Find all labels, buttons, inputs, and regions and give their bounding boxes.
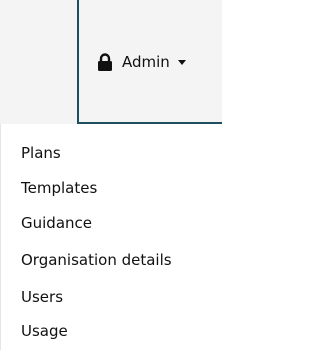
menu-item-users[interactable]: Users (21, 287, 63, 307)
menu-item-organisation-details[interactable]: Organisation details (21, 250, 172, 270)
menu-item-templates[interactable]: Templates (21, 178, 97, 198)
admin-label: Admin (122, 53, 170, 71)
lock-icon (97, 52, 113, 72)
admin-dropdown-toggle[interactable]: Admin (97, 51, 186, 73)
menu-item-guidance[interactable]: Guidance (21, 213, 92, 233)
menu-item-plans[interactable]: Plans (21, 143, 61, 163)
caret-down-icon (177, 59, 186, 65)
admin-dropdown-menu: Plans Templates Guidance Organisation de… (0, 124, 222, 350)
menu-item-usage[interactable]: Usage (21, 321, 68, 341)
